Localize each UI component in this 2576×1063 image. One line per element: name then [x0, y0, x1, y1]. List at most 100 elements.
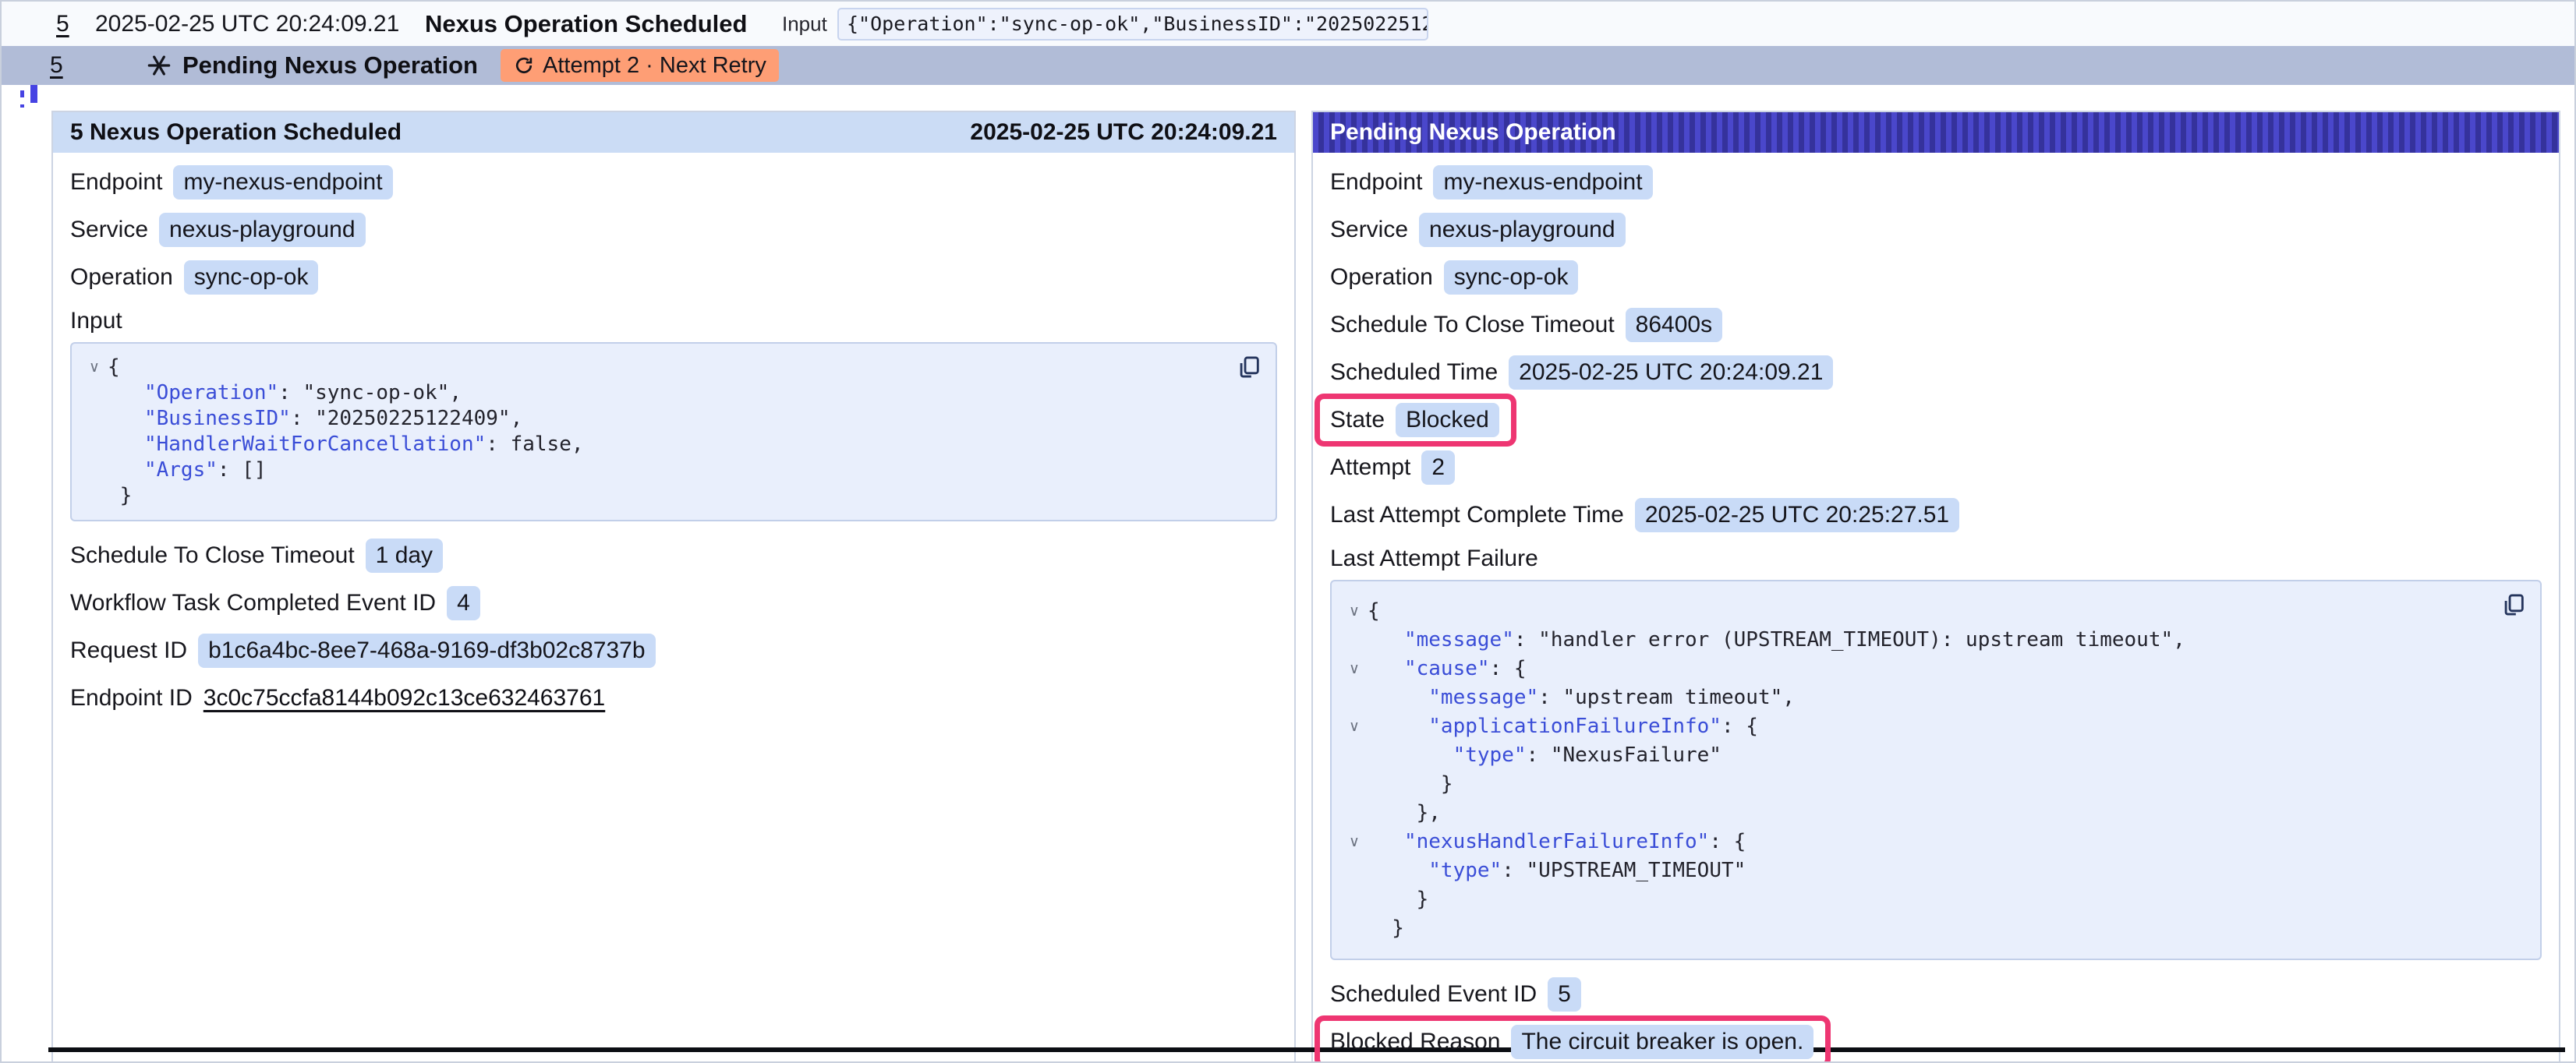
left-panel-title: 5 Nexus Operation Scheduled [70, 119, 402, 146]
collapse-toggle-icon[interactable]: ∨ [1341, 828, 1368, 856]
field-last-attempt-complete-time: Last Attempt Complete Time 2025-02-25 UT… [1330, 498, 2542, 532]
right-panel-title: Pending Nexus Operation [1330, 119, 1616, 146]
left-panel-header: 5 Nexus Operation Scheduled 2025-02-25 U… [53, 112, 1294, 153]
field-value-pill: 86400s [1626, 308, 1722, 342]
code-line-text: "message": "upstream timeout", [1368, 683, 1795, 712]
code-gutter [81, 457, 108, 483]
field-endpoint: Endpoint my-nexus-endpoint [1330, 165, 2542, 200]
code-gutter [1341, 914, 1368, 943]
event-id-link[interactable]: 5 [56, 11, 69, 37]
field-label: Workflow Task Completed Event ID [70, 590, 436, 616]
field-workflow-task-completed-event-id: Workflow Task Completed Event ID 4 [70, 586, 1277, 620]
code-line-text: { [1368, 597, 1380, 626]
state-value-pill: Blocked [1396, 403, 1499, 437]
code-line-text: "nexusHandlerFailureInfo": { [1368, 828, 1746, 856]
code-gutter [1341, 741, 1368, 770]
code-line-text: { [108, 355, 120, 380]
collapse-toggle-icon[interactable]: ∨ [1341, 597, 1368, 626]
code-gutter [1341, 626, 1368, 655]
code-line-text: "Operation": "sync-op-ok", [108, 380, 462, 406]
code-line-text: "message": "handler error (UPSTREAM_TIME… [1368, 626, 2185, 655]
pending-asterisk-icon [147, 53, 172, 78]
field-endpoint-id: Endpoint ID 3c0c75ccfa8144b092c13ce63246… [70, 681, 1277, 715]
code-gutter [81, 432, 108, 457]
endpoint-id-link[interactable]: 3c0c75ccfa8144b092c13ce632463761 [203, 685, 605, 712]
field-label: Operation [1330, 264, 1433, 291]
code-line-text: } [1368, 914, 1404, 943]
field-blocked-reason: Blocked Reason The circuit breaker is op… [1330, 1025, 1813, 1059]
code-gutter [81, 406, 108, 432]
last-attempt-failure-label: Last Attempt Failure [1330, 546, 2542, 572]
event-row-nexus-operation-scheduled[interactable]: 5 2025-02-25 UTC 20:24:09.21 Nexus Opera… [2, 2, 2574, 46]
input-section-label: Input [70, 308, 1277, 334]
field-value-pill: sync-op-ok [184, 260, 319, 295]
retry-icon [513, 55, 535, 76]
field-schedule-to-close-timeout: Schedule To Close Timeout 86400s [1330, 308, 2542, 342]
event-input-preview: {"Operation":"sync-op-ok","BusinessID":"… [837, 8, 1428, 41]
code-line-text: "type": "NexusFailure" [1368, 741, 1721, 770]
retry-attempt-badge: Attempt 2 · Next Retry [501, 49, 779, 82]
field-value-pill: 5 [1548, 977, 1581, 1012]
field-service: Service nexus-playground [1330, 213, 2542, 247]
field-state: State Blocked [1330, 403, 1499, 437]
blocked-reason-highlight-annotation: Blocked Reason The circuit breaker is op… [1315, 1015, 1831, 1063]
code-gutter [81, 380, 108, 406]
field-label: Service [70, 217, 148, 243]
field-label: State [1330, 407, 1385, 433]
event-row-pending-nexus-operation[interactable]: 5 Pending Nexus Operation Attempt 2 · Ne… [2, 46, 2574, 85]
field-value-pill: nexus-playground [159, 213, 366, 247]
field-operation: Operation sync-op-ok [1330, 260, 2542, 295]
field-service: Service nexus-playground [70, 213, 1277, 247]
field-value-pill: nexus-playground [1419, 213, 1626, 247]
event-id-link[interactable]: 5 [50, 52, 63, 79]
collapse-toggle-icon[interactable]: ∨ [1341, 712, 1368, 741]
left-panel-timestamp: 2025-02-25 UTC 20:24:09.21 [970, 119, 1277, 146]
code-gutter [1341, 770, 1368, 799]
code-gutter [81, 483, 108, 509]
field-value-pill: 4 [447, 586, 480, 620]
copy-icon[interactable] [2500, 591, 2528, 620]
field-label: Scheduled Time [1330, 359, 1498, 386]
field-label: Schedule To Close Timeout [70, 542, 355, 569]
event-input-label: Input [782, 12, 827, 36]
field-value-pill: 2025-02-25 UTC 20:25:27.51 [1635, 498, 1959, 532]
field-attempt: Attempt 2 [1330, 450, 2542, 485]
field-label: Endpoint [70, 169, 162, 196]
field-value-pill: 2025-02-25 UTC 20:24:09.21 [1509, 355, 1833, 390]
field-value-pill: b1c6a4bc-8ee7-468a-9169-df3b02c8737b [198, 634, 655, 668]
field-request-id: Request ID b1c6a4bc-8ee7-468a-9169-df3b0… [70, 634, 1277, 668]
field-label: Endpoint ID [70, 685, 193, 712]
field-value-pill: sync-op-ok [1444, 260, 1579, 295]
blocked-reason-value-pill: The circuit breaker is open. [1511, 1025, 1813, 1059]
field-label: Endpoint [1330, 169, 1422, 196]
field-value-pill: 1 day [366, 539, 443, 573]
code-gutter [1341, 885, 1368, 914]
field-label: Scheduled Event ID [1330, 981, 1537, 1008]
field-label: Blocked Reason [1330, 1029, 1500, 1055]
code-gutter [1341, 799, 1368, 828]
code-line-text: } [1368, 770, 1453, 799]
code-line-text: "applicationFailureInfo": { [1368, 712, 1758, 741]
code-gutter [1341, 856, 1368, 885]
code-line-text: } [108, 483, 132, 509]
field-schedule-to-close-timeout: Schedule To Close Timeout 1 day [70, 539, 1277, 573]
right-panel-header-striped: Pending Nexus Operation [1313, 112, 2559, 153]
input-json-viewer: ∨{ "Operation": "sync-op-ok", "BusinessI… [70, 342, 1277, 521]
collapse-toggle-icon[interactable]: ∨ [81, 355, 108, 380]
field-label: Request ID [70, 637, 187, 664]
field-label: Last Attempt Complete Time [1330, 502, 1624, 528]
field-endpoint: Endpoint my-nexus-endpoint [70, 165, 1277, 200]
failure-json-viewer: ∨{ "message": "handler error (UPSTREAM_T… [1330, 580, 2542, 960]
code-line-text: "HandlerWaitForCancellation": false, [108, 432, 584, 457]
retry-badge-label: Attempt 2 · Next Retry [543, 53, 766, 79]
field-value-pill: my-nexus-endpoint [1433, 165, 1652, 200]
event-title: Pending Nexus Operation [182, 51, 478, 79]
state-highlight-annotation: State Blocked [1315, 394, 1516, 447]
field-scheduled-event-id: Scheduled Event ID 5 [1330, 977, 2542, 1012]
copy-icon[interactable] [1235, 353, 1263, 383]
bottom-divider-line [48, 1047, 2565, 1052]
collapse-toggle-icon[interactable]: ∨ [1341, 655, 1368, 683]
field-label: Schedule To Close Timeout [1330, 312, 1615, 338]
pending-operation-detail-panel: Pending Nexus Operation Endpoint my-nexu… [1311, 111, 2560, 1063]
field-value-pill: 2 [1421, 450, 1455, 485]
